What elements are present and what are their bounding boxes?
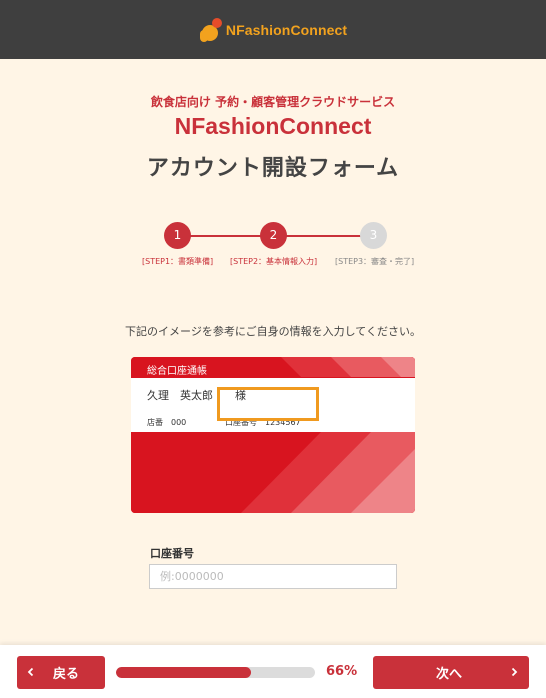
back-button[interactable]: 戻る <box>17 656 105 689</box>
progress-bar <box>116 667 315 678</box>
chevron-left-icon <box>27 667 34 677</box>
brand-name: NFashionConnect <box>174 113 372 139</box>
passbook-branch-number: 店番 000 <box>147 418 187 427</box>
account-number-highlight <box>217 387 319 421</box>
service-subtitle: 飲食店向け 予約・顧客管理クラウドサービス <box>150 95 396 109</box>
progress-percent: 66% <box>326 664 358 679</box>
progress-bar-fill <box>116 667 252 678</box>
next-button[interactable]: 次へ <box>373 656 529 689</box>
passbook-example-image: 総合口座通帳 久理 英太郎 様 店番 000 口座番号 1234567 <box>131 357 415 513</box>
page-title: アカウント開設フォーム <box>146 156 400 181</box>
account-number-label: 口座番号 <box>150 547 194 560</box>
step-2-circle: 2 <box>260 222 287 249</box>
step-1-label: [STEP1：書類準備] <box>142 257 214 266</box>
back-button-label: 戻る <box>53 667 80 682</box>
header-bar: NFashionConnect <box>0 0 546 59</box>
step-3-label: [STEP3：審査・完了] <box>335 257 415 266</box>
step-indicator: 1 2 3 [STEP1：書類準備] [STEP2：基本情報入力] [STEP3… <box>130 222 420 272</box>
next-button-label: 次へ <box>435 667 462 682</box>
step-connector-2 <box>274 235 362 237</box>
chevron-right-icon <box>511 667 518 677</box>
account-number-input[interactable] <box>149 564 397 589</box>
step-1-circle: 1 <box>164 222 191 249</box>
logo[interactable]: NFashionConnect <box>199 16 347 44</box>
logo-mark-icon <box>199 16 223 44</box>
step-3-circle: 3 <box>360 222 387 249</box>
step-2-label: [STEP2：基本情報入力] <box>230 257 318 266</box>
instruction-text: 下記のイメージを参考にご自身の情報を入力してください。 <box>125 325 421 338</box>
logo-text: NFashionConnect <box>225 21 348 38</box>
passbook-header: 総合口座通帳 <box>147 366 207 377</box>
